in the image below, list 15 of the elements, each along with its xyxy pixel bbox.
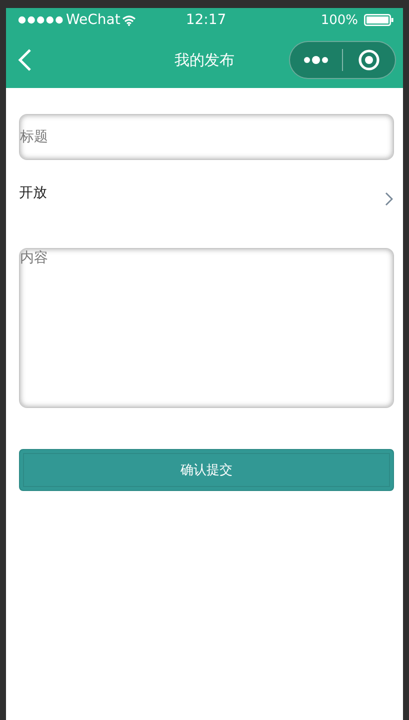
carrier-name: WeChat [66, 12, 120, 28]
wifi-icon [122, 14, 136, 26]
signal-icon [18, 16, 64, 24]
content-field[interactable]: 内容 [19, 248, 394, 408]
battery-icon [364, 14, 394, 26]
clock-time: 12:17 [186, 12, 226, 28]
battery-percent: 100% [320, 12, 358, 28]
visibility-label: 开放 [19, 184, 47, 202]
back-button[interactable] [18, 48, 32, 72]
close-icon[interactable] [358, 49, 380, 71]
chevron-right-icon[interactable] [385, 192, 393, 206]
page-title: 我的发布 [174, 50, 234, 68]
submit-button[interactable]: 确认提交 [19, 449, 394, 491]
title-field[interactable]: 标题 [19, 114, 394, 160]
more-icon[interactable] [303, 55, 329, 65]
